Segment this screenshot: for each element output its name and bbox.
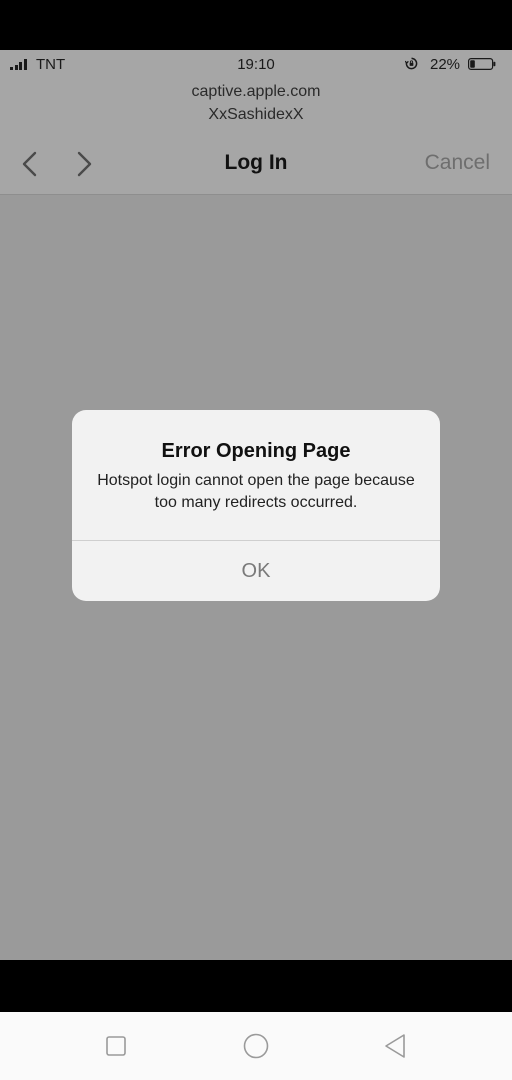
phone-frame: TNT 19:10 22% captive.apple.com XxSashid… — [0, 0, 512, 1080]
top-black-bar — [0, 0, 512, 50]
cancel-button[interactable]: Cancel — [425, 151, 490, 175]
wifi-network-name: XxSashidexX — [208, 106, 304, 123]
ok-button[interactable]: OK — [72, 541, 440, 601]
status-bar: TNT 19:10 22% — [0, 50, 512, 80]
home-circle-icon[interactable] — [243, 1033, 269, 1059]
portal-host: captive.apple.com — [191, 83, 321, 100]
back-triangle-icon[interactable] — [383, 1033, 407, 1059]
recents-square-icon[interactable] — [106, 1036, 126, 1056]
captive-portal-header: TNT 19:10 22% captive.apple.com XxSashid… — [0, 50, 512, 195]
battery-icon — [468, 58, 496, 70]
bottom-black-bar — [0, 960, 512, 1012]
alert-title: Error Opening Page — [161, 440, 351, 462]
ios-screen: TNT 19:10 22% captive.apple.com XxSashid… — [0, 50, 512, 960]
battery-percent: 22% — [430, 56, 461, 73]
error-alert-dialog: Error Opening Page Hotspot login cannot … — [72, 410, 440, 601]
system-navigation-bar — [0, 1012, 512, 1080]
alert-message: Hotspot login cannot open the page becau… — [97, 472, 415, 511]
orientation-lock-icon — [405, 57, 418, 70]
